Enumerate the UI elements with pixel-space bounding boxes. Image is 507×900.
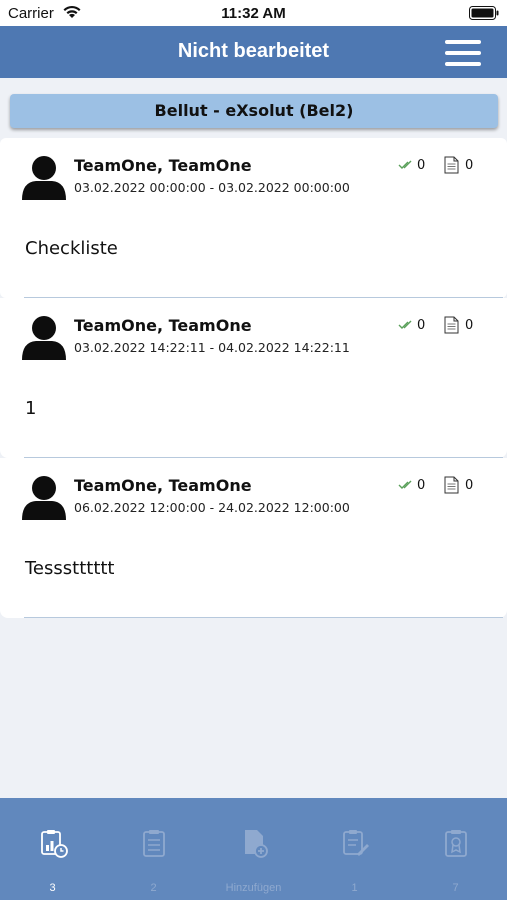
check-count: 0: [417, 478, 426, 493]
tab-open-items[interactable]: 3: [2, 798, 103, 900]
tab-clipboard[interactable]: 2: [103, 798, 204, 900]
avatar-icon: [22, 156, 66, 200]
person-name: TeamOne, TeamOne: [74, 156, 252, 175]
tab-label: Hinzufügen: [225, 882, 282, 894]
clock-label: 11:32 AM: [221, 5, 286, 22]
entry-title: 1: [25, 398, 37, 419]
person-name: TeamOne, TeamOne: [74, 316, 252, 335]
double-check-icon: [398, 320, 412, 329]
context-header-button[interactable]: Bellut - eXsolut (Bel2): [10, 94, 498, 128]
navigation-bar: Nicht bearbeitet: [0, 26, 507, 78]
tab-label: 2: [150, 882, 157, 894]
date-range: 06.02.2022 12:00:00 - 24.02.2022 12:00:0…: [74, 500, 350, 515]
entry-list: TeamOne, TeamOne 03.02.2022 00:00:00 - 0…: [0, 138, 507, 618]
document-icon: [444, 476, 459, 494]
add-document-icon: [245, 830, 268, 858]
document-icon: [444, 316, 459, 334]
document-icon: [444, 156, 459, 174]
list-item[interactable]: TeamOne, TeamOne 03.02.2022 00:00:00 - 0…: [0, 138, 507, 298]
battery-icon: [469, 6, 499, 20]
checklist-clock-icon: [41, 830, 68, 858]
hamburger-menu-icon[interactable]: [445, 40, 481, 66]
date-range: 03.02.2022 14:22:11 - 04.02.2022 14:22:1…: [74, 340, 350, 355]
document-count: 0: [465, 158, 474, 173]
divider: [24, 617, 503, 618]
tab-bar: 3 2 Hinzufügen 1 7: [0, 798, 507, 900]
list-item[interactable]: TeamOne, TeamOne 06.02.2022 12:00:00 - 2…: [0, 458, 507, 618]
double-check-icon: [398, 480, 412, 489]
date-range: 03.02.2022 00:00:00 - 03.02.2022 00:00:0…: [74, 180, 350, 195]
person-name: TeamOne, TeamOne: [74, 476, 252, 495]
document-count: 0: [465, 318, 474, 333]
document-count: 0: [465, 478, 474, 493]
tab-edit[interactable]: 1: [304, 798, 405, 900]
check-count: 0: [417, 318, 426, 333]
tab-add[interactable]: Hinzufügen: [203, 798, 304, 900]
tab-label: 7: [452, 882, 459, 894]
entry-title: Tessstttttt: [25, 558, 115, 579]
tab-label: 1: [351, 882, 358, 894]
tab-label: 3: [49, 882, 56, 894]
clipboard-icon: [143, 830, 165, 857]
avatar-icon: [22, 476, 66, 520]
clipboard-badge-icon: [445, 830, 467, 857]
entry-title: Checkliste: [25, 238, 118, 259]
status-bar: Carrier 11:32 AM: [0, 0, 507, 26]
page-title: Nicht bearbeitet: [177, 40, 330, 62]
double-check-icon: [398, 160, 412, 169]
list-item[interactable]: TeamOne, TeamOne 03.02.2022 14:22:11 - 0…: [0, 298, 507, 458]
clipboard-edit-icon: [343, 830, 369, 856]
avatar-icon: [22, 316, 66, 360]
tab-badge[interactable]: 7: [405, 798, 506, 900]
check-count: 0: [417, 158, 426, 173]
